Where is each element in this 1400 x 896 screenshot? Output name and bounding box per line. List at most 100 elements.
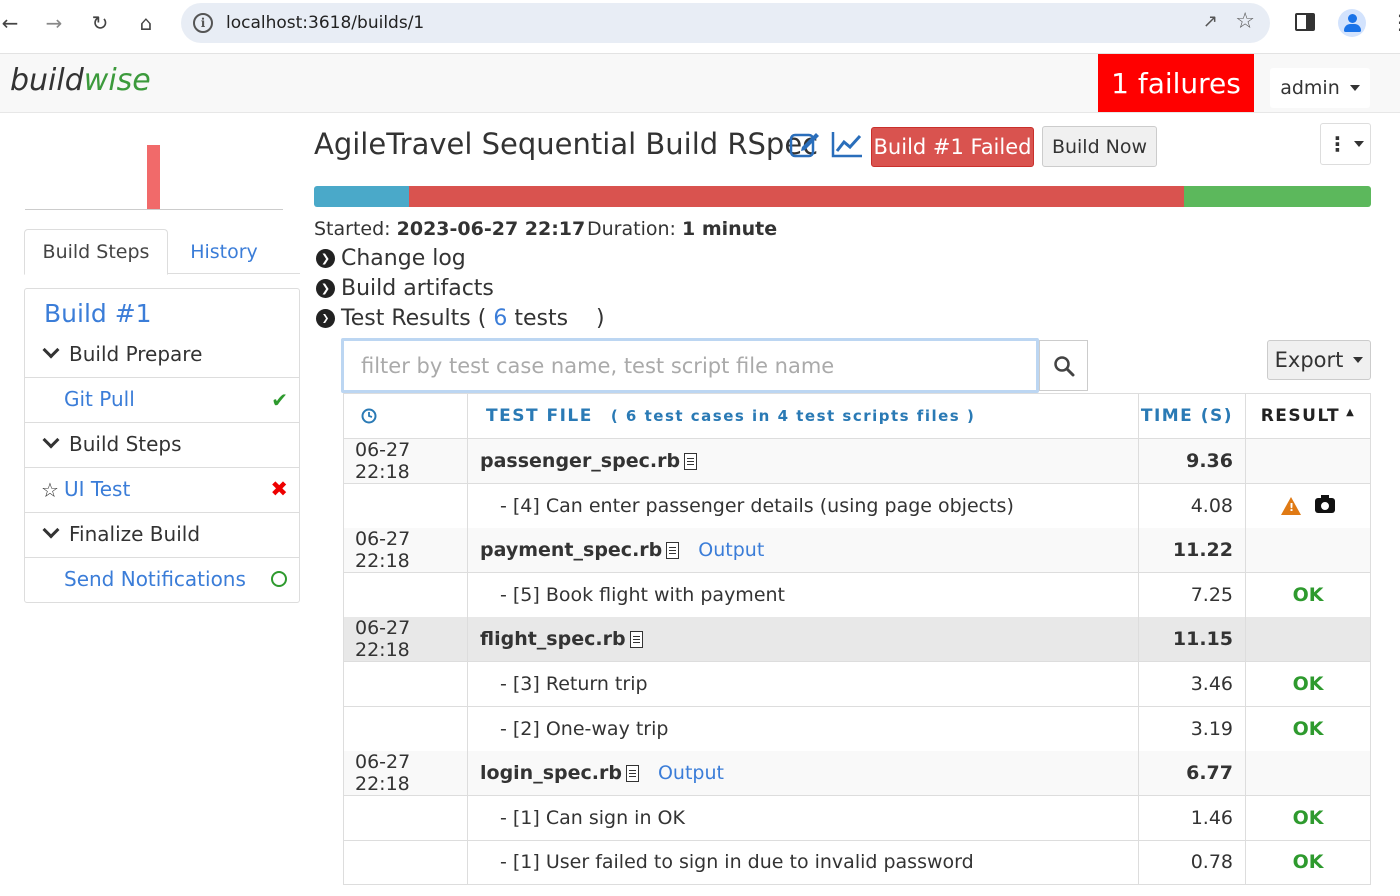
result-ok: OK — [1292, 717, 1324, 740]
file-text-icon[interactable] — [684, 452, 698, 470]
file-text-icon[interactable] — [666, 541, 680, 559]
url-text[interactable]: localhost:3618/builds/1 — [226, 13, 424, 33]
test-case-row[interactable]: - [4] Can enter passenger details (using… — [343, 483, 1371, 529]
cell-time: 11.15 — [1138, 617, 1245, 662]
col-header-time-sort[interactable] — [343, 394, 467, 438]
build-steps-panel: Build #1 Build Prepare Git Pull ✔ Build … — [24, 288, 300, 603]
reload-icon[interactable]: ↻ — [86, 9, 114, 37]
back-arrow-icon[interactable]: ← — [0, 9, 24, 37]
col-header-test-file[interactable]: TEST FILE ( 6 test cases in 4 test scrip… — [467, 394, 1138, 438]
file-text-icon[interactable] — [629, 630, 643, 648]
cell-time: 9.36 — [1138, 439, 1245, 483]
more-options-button[interactable]: ⋮ — [1320, 123, 1371, 165]
test-case-row[interactable]: - [2] One-way trip 3.19 OK — [343, 706, 1371, 752]
cell-time: 3.19 — [1138, 706, 1245, 751]
build-number-link[interactable]: Build #1 — [44, 299, 152, 328]
step-item-send-notifications[interactable]: Send Notifications — [25, 558, 299, 603]
build-status-button[interactable]: Build #1 Failed — [871, 127, 1034, 167]
failures-badge[interactable]: 1 failures — [1098, 54, 1254, 112]
bookmark-star-icon[interactable]: ☆ — [1235, 9, 1255, 34]
test-file-row[interactable]: 06-27 22:18 passenger_spec.rb 9.36 — [343, 439, 1371, 484]
cell-test-name: - [4] Can enter passenger details (using… — [467, 483, 1138, 528]
test-case-name: - [1] Can sign in OK — [500, 806, 685, 829]
test-case-name: - [1] User failed to sign in due to inva… — [500, 851, 974, 874]
star-outline-icon[interactable]: ☆ — [41, 478, 59, 502]
brand-logo[interactable]: buildwise — [10, 63, 151, 98]
edit-icon[interactable] — [789, 130, 821, 158]
forward-arrow-icon[interactable]: → — [40, 9, 68, 37]
progress-segment — [409, 186, 1184, 207]
cell-date — [343, 662, 467, 706]
page-title: AgileTravel Sequential Build RSpec — [314, 127, 819, 161]
test-file-name[interactable]: login_spec.rb — [480, 762, 622, 784]
cell-date — [343, 706, 467, 751]
cell-date: 06-27 22:18 — [343, 439, 467, 483]
step-item-ui-test[interactable]: ☆ UI Test ✖ — [25, 468, 299, 513]
tab-build-steps[interactable]: Build Steps — [24, 229, 168, 275]
result-ok: OK — [1292, 851, 1324, 874]
cell-date — [343, 572, 467, 617]
cell-result: ! — [1245, 483, 1371, 528]
chevron-circle-down-icon: ❯ — [316, 309, 335, 328]
test-file-name[interactable]: passenger_spec.rb — [480, 450, 680, 472]
table-header: TEST FILE ( 6 test cases in 4 test scrip… — [343, 394, 1371, 439]
user-menu[interactable]: admin — [1270, 68, 1370, 108]
home-icon[interactable]: ⌂ — [132, 9, 160, 37]
caret-down-icon — [1349, 85, 1360, 91]
cell-result — [1245, 751, 1371, 796]
test-case-name: - [4] Can enter passenger details (using… — [500, 494, 1014, 517]
change-log-toggle[interactable]: ❯ Change log — [316, 246, 466, 271]
build-progress-bar — [314, 186, 1371, 207]
site-info-icon[interactable]: i — [193, 13, 213, 33]
cell-time: 11.22 — [1138, 528, 1245, 573]
browser-menu-icon[interactable]: ⋮ — [1390, 10, 1400, 34]
build-now-button[interactable]: Build Now — [1042, 126, 1157, 167]
test-file-row[interactable]: 06-27 22:18 login_spec.rb Output 6.77 — [343, 751, 1371, 797]
output-link[interactable]: Output — [658, 762, 724, 784]
camera-icon[interactable] — [1315, 495, 1335, 514]
caret-down-icon — [1353, 357, 1364, 363]
search-button[interactable] — [1039, 340, 1088, 391]
cell-test-name: flight_spec.rb — [467, 617, 1138, 662]
col-header-time[interactable]: TIME (S) — [1138, 394, 1245, 438]
test-file-name[interactable]: payment_spec.rb — [480, 539, 662, 561]
side-panel-icon[interactable] — [1295, 13, 1315, 31]
address-bar[interactable]: i localhost:3618/builds/1 ↗ ☆ — [181, 3, 1270, 43]
cell-result — [1245, 439, 1371, 483]
col-header-result[interactable]: RESULT ▲ — [1245, 394, 1371, 438]
circle-outline-icon — [271, 571, 287, 587]
cross-icon: ✖ — [270, 477, 288, 501]
test-case-row[interactable]: - [1] User failed to sign in due to inva… — [343, 840, 1371, 886]
test-file-name[interactable]: flight_spec.rb — [480, 628, 626, 650]
cell-test-name: login_spec.rb Output — [467, 751, 1138, 796]
step-item-git-pull[interactable]: Git Pull ✔ — [25, 378, 299, 423]
profile-avatar-icon[interactable] — [1338, 9, 1366, 37]
test-case-row[interactable]: - [3] Return trip 3.46 OK — [343, 662, 1371, 707]
filter-input[interactable]: filter by test case name, test script fi… — [341, 338, 1039, 393]
test-count-link[interactable]: 6 — [493, 306, 507, 331]
file-text-icon[interactable] — [625, 764, 639, 782]
share-icon[interactable]: ↗ — [1203, 11, 1218, 32]
cell-date — [343, 795, 467, 840]
cell-test-name: - [2] One-way trip — [467, 706, 1138, 751]
test-case-row[interactable]: - [5] Book flight with payment 7.25 OK — [343, 572, 1371, 618]
output-link[interactable]: Output — [698, 539, 764, 561]
app-navbar: buildwise 1 failures admin — [0, 54, 1400, 113]
tab-history[interactable]: History — [176, 229, 272, 274]
step-group-finalize-build[interactable]: Finalize Build — [25, 513, 299, 558]
step-group-build-steps[interactable]: Build Steps — [25, 423, 299, 468]
test-results-toggle[interactable]: ❯ Test Results ( 6 tests ) — [316, 306, 605, 331]
step-group-build-prepare[interactable]: Build Prepare — [25, 333, 299, 378]
test-case-row[interactable]: - [1] Can sign in OK 1.46 OK — [343, 795, 1371, 841]
warning-icon[interactable]: ! — [1281, 496, 1301, 515]
export-button[interactable]: Export — [1267, 340, 1371, 380]
test-file-row[interactable]: 06-27 22:18 flight_spec.rb 11.15 — [343, 617, 1371, 663]
cell-result: OK — [1245, 706, 1371, 751]
history-bar-failed[interactable] — [147, 145, 160, 209]
build-artifacts-toggle[interactable]: ❯ Build artifacts — [316, 276, 494, 301]
test-file-row[interactable]: 06-27 22:18 payment_spec.rb Output 11.22 — [343, 528, 1371, 574]
chevron-down-icon — [42, 431, 60, 449]
sort-up-icon: ▲ — [1346, 406, 1356, 418]
line-chart-icon[interactable] — [831, 130, 863, 158]
progress-segment — [314, 186, 410, 207]
